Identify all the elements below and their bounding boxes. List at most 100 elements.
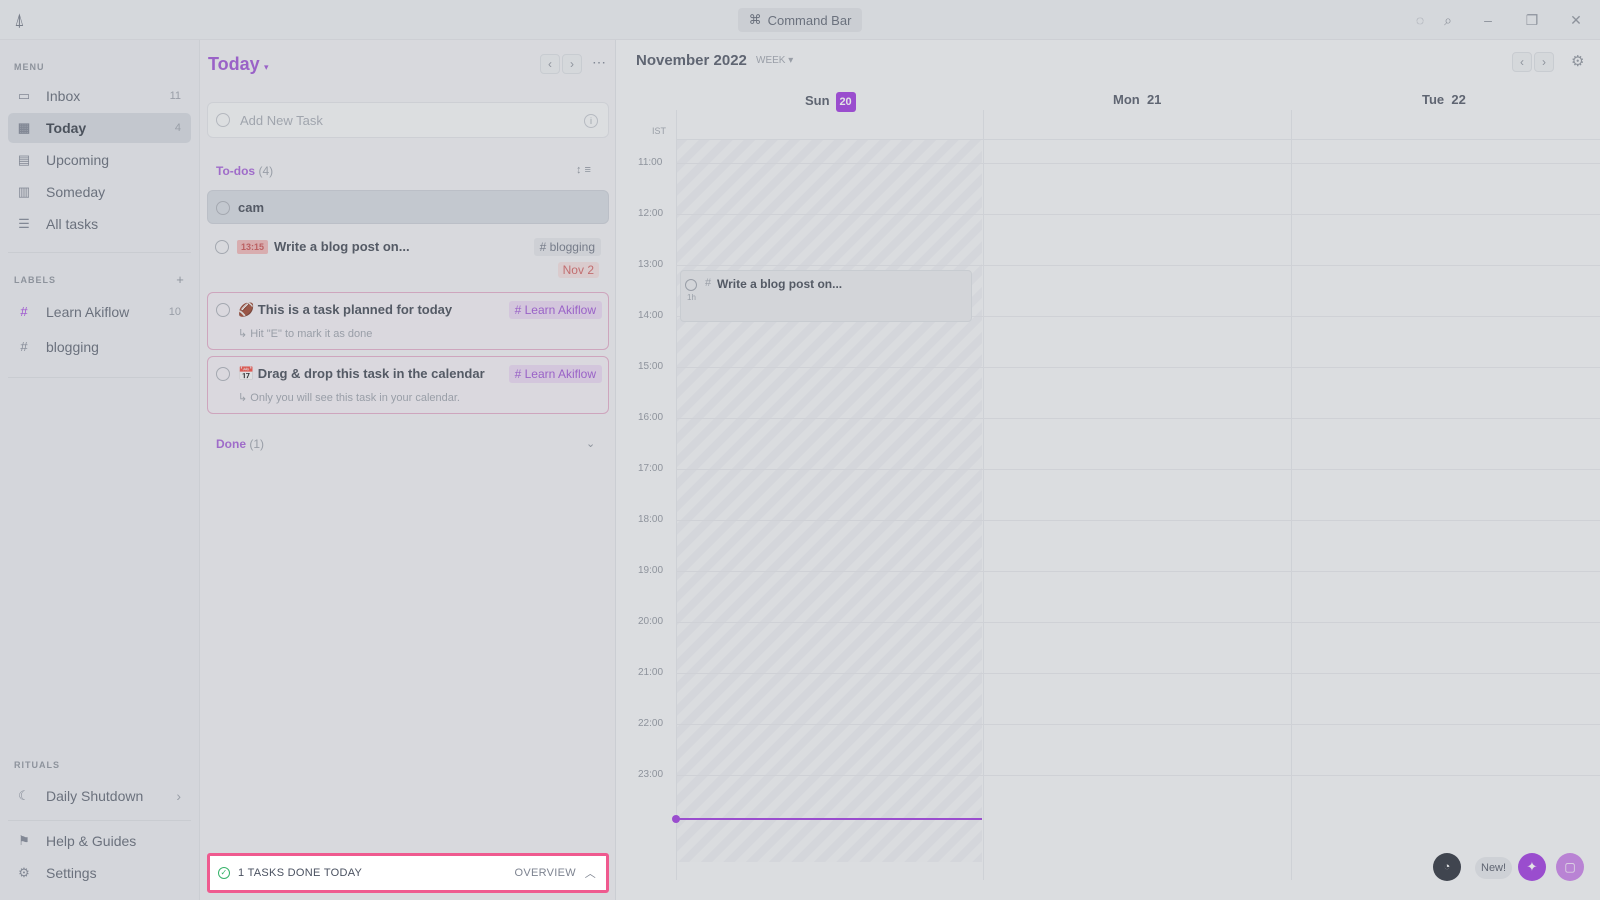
done-label: Done (216, 437, 246, 451)
hour-gridline (676, 571, 1600, 572)
day-name: Tue (1422, 92, 1445, 107)
tasks-done-footer-wrap: ✓ 1 TASKS DONE TODAY OVERVIEW ︿ (207, 853, 609, 893)
task-title: cam (238, 200, 265, 215)
hour-label: 11:00 (638, 157, 663, 168)
current-time-dot (672, 815, 680, 823)
new-badge[interactable]: New! (1475, 857, 1513, 879)
task-checkbox[interactable] (215, 240, 229, 254)
sidebar-item-label: Today (46, 120, 87, 136)
info-icon[interactable]: i (584, 114, 598, 128)
hour-label: 14:00 (638, 310, 664, 321)
day-number: 22 (1451, 92, 1466, 107)
calendar-settings-icon[interactable]: ⚙ (1571, 52, 1584, 70)
calendar-prev-button[interactable]: ‹ (1512, 52, 1532, 72)
todos-section-header[interactable]: To-dos (4) (216, 164, 273, 178)
user-avatar[interactable]: ◔ (1433, 853, 1461, 881)
sidebar-item-all-tasks[interactable]: ☰ All tasks (8, 209, 191, 239)
done-count: (1) (249, 437, 265, 451)
task-title: 📅 Drag & drop this task in the calendar (238, 366, 485, 381)
calendar-panel: November 2022 WEEK ▾ ‹ › ⚙ Sun 20 Mon 21 … (616, 40, 1600, 900)
chevron-down-icon[interactable]: ⌄ (586, 437, 595, 450)
task-label-chip[interactable]: # Learn Akiflow (508, 301, 602, 319)
command-bar-button[interactable]: ⌘ Command Bar (738, 8, 862, 32)
task-label-chip[interactable]: # blogging (533, 238, 601, 256)
sidebar-item-someday[interactable]: ▥ Someday (8, 177, 191, 207)
gear-icon: ⚙ (18, 865, 30, 880)
task-checkbox[interactable] (216, 303, 230, 317)
day-number-today: 20 (835, 92, 856, 112)
next-day-button[interactable]: › (562, 54, 582, 74)
event-checkbox[interactable] (685, 279, 697, 291)
sidebar-item-label: All tasks (46, 216, 99, 232)
task-checkbox[interactable] (216, 367, 230, 381)
sidebar-item-upcoming[interactable]: ▤ Upcoming (8, 145, 191, 175)
sidebar-item-label: Daily Shutdown (46, 788, 144, 804)
task-item-cam[interactable]: cam (207, 190, 609, 224)
sidebar-item-daily-shutdown[interactable]: ☾ Daily Shutdown › (8, 781, 191, 811)
hour-label: 21:00 (638, 667, 664, 678)
event-duration: 1h (687, 293, 696, 302)
check-circle-icon: ✓ (218, 867, 230, 879)
sidebar-item-help[interactable]: ⚑ Help & Guides (8, 826, 191, 856)
task-item-planned-today[interactable]: 🏈 This is a task planned for today # Lea… (207, 292, 609, 350)
maximize-icon[interactable]: ❐ (1522, 10, 1542, 30)
task-item-blog-post[interactable]: 13:15 Write a blog post on... # blogging … (207, 228, 609, 286)
add-task-placeholder: Add New Task (240, 112, 323, 128)
add-task-input[interactable]: Add New Task i (207, 102, 609, 138)
hour-label: 23:00 (638, 769, 664, 780)
add-label-icon[interactable]: + (170, 270, 190, 290)
hashtag-icon: # (20, 339, 28, 354)
hour-label: 22:00 (638, 718, 664, 729)
hour-gridline (676, 469, 1600, 470)
sidebar-item-label: blogging (46, 339, 99, 355)
sidebar-divider (8, 377, 191, 378)
calendar-view-selector[interactable]: WEEK ▾ (756, 55, 793, 66)
sidebar-item-count: 10 (168, 306, 181, 318)
moon-icon: ☾ (18, 788, 30, 803)
close-icon[interactable]: ✕ (1566, 10, 1586, 30)
inbox-icon: ▭ (17, 88, 31, 103)
column-divider (676, 110, 677, 880)
column-divider (983, 110, 984, 880)
search-icon[interactable]: ⌕ (1438, 10, 1458, 30)
sidebar-item-inbox[interactable]: ▭ Inbox 11 (8, 81, 191, 111)
calendar-column-past[interactable] (676, 140, 982, 862)
task-subtitle: ↳ Only you will see this task in your ca… (238, 392, 460, 404)
day-header-mon: Mon 21 (1113, 92, 1161, 107)
hour-gridline (676, 724, 1600, 725)
calendar-event[interactable]: # Write a blog post on... 1h (680, 270, 972, 322)
calendar-next-button[interactable]: › (1534, 52, 1554, 72)
chevron-down-icon[interactable]: ▾ (264, 62, 269, 73)
hour-gridline (676, 673, 1600, 674)
hour-label: 15:00 (638, 361, 664, 372)
chevron-up-icon[interactable]: ︿ (585, 865, 596, 881)
chat-support-icon[interactable]: ▢ (1556, 853, 1584, 881)
task-label-chip[interactable]: # Learn Akiflow (508, 365, 602, 383)
done-section-header[interactable]: Done (1) (216, 437, 264, 451)
hour-gridline (676, 775, 1600, 776)
new-feature-button[interactable]: ✦ (1518, 853, 1546, 881)
hour-gridline (676, 214, 1600, 215)
task-item-drag-drop[interactable]: 📅 Drag & drop this task in the calendar … (207, 356, 609, 414)
sort-icon[interactable]: ↕ ≡ (576, 164, 591, 176)
task-due-date[interactable]: Nov 2 (557, 262, 599, 278)
flag-icon: ⚑ (18, 833, 30, 848)
task-checkbox[interactable] (216, 201, 230, 215)
column-divider (1291, 110, 1292, 880)
prev-day-button[interactable]: ‹ (540, 54, 560, 74)
sidebar-label-blogging[interactable]: # blogging (8, 332, 191, 362)
sidebar-item-settings[interactable]: ⚙ Settings (8, 858, 191, 888)
minimize-icon[interactable]: – (1478, 10, 1498, 30)
more-options-icon[interactable]: ⋯ (592, 54, 606, 71)
page-title[interactable]: Today (208, 54, 260, 75)
sidebar-item-today[interactable]: ▦ Today 4 (8, 113, 191, 143)
tasks-done-footer[interactable]: ✓ 1 TASKS DONE TODAY OVERVIEW ︿ (207, 853, 609, 893)
menu-section-title: MENU (14, 62, 45, 72)
sidebar-label-learn-akiflow[interactable]: # Learn Akiflow 10 (8, 297, 191, 327)
overview-button[interactable]: OVERVIEW (515, 867, 577, 879)
sidebar-item-label: Someday (46, 184, 106, 200)
labels-section-title: LABELS (14, 275, 56, 285)
sync-icon[interactable]: ◌ (1410, 10, 1430, 30)
hour-gridline (676, 622, 1600, 623)
calendar-someday-icon: ▥ (17, 184, 31, 199)
